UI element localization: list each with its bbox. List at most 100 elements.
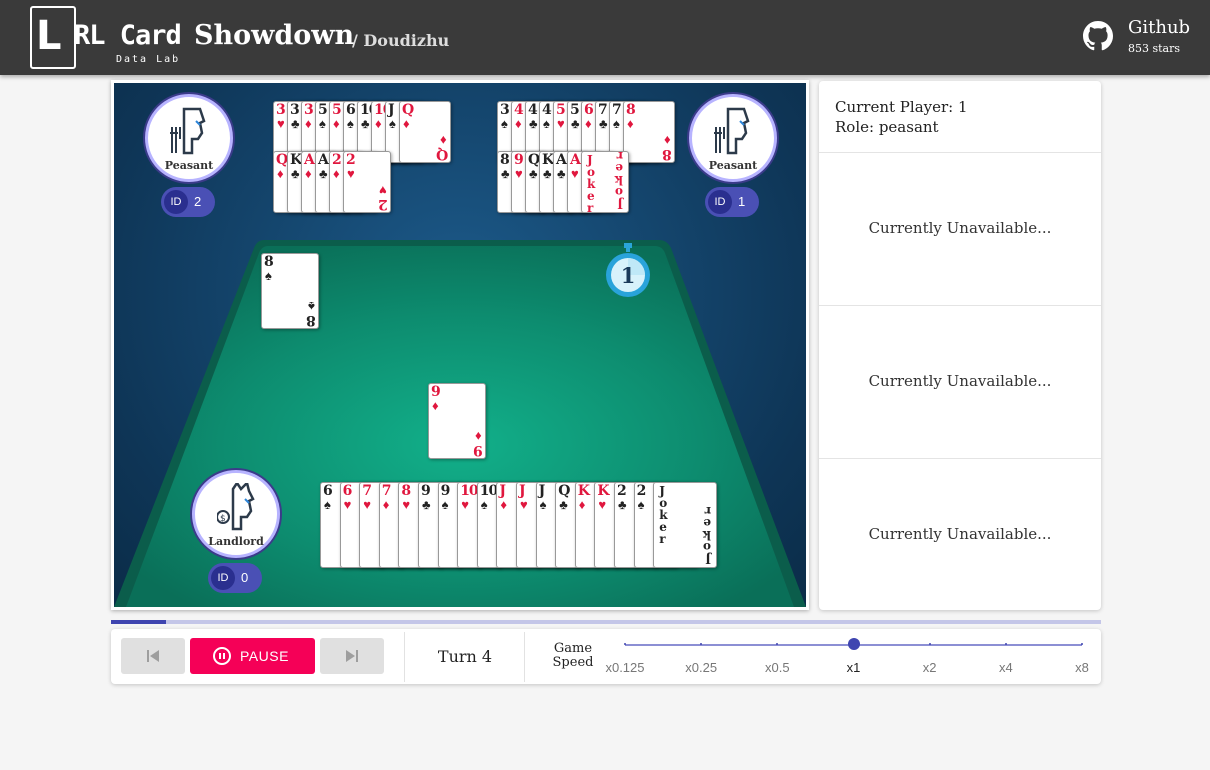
card-rank: 3	[500, 102, 510, 118]
card-rank: Q	[276, 152, 288, 168]
card-suit: ♥	[402, 497, 411, 512]
card-rank: 8	[626, 102, 636, 118]
card-rank: 7	[612, 102, 622, 118]
speed-tick	[624, 643, 626, 645]
peasant-icon	[714, 107, 750, 155]
app-header: L RL Card Data Lab Showdown / Doudizhu G…	[0, 0, 1210, 75]
github-stars: 853 stars	[1128, 42, 1181, 55]
card-rank: 2	[378, 196, 388, 212]
card-suit: ♦	[475, 429, 482, 444]
card-suit: ♠	[637, 497, 645, 512]
player-1-id: 1	[738, 194, 746, 209]
card-rank: 9	[440, 483, 451, 499]
current-role: Role: peasant	[835, 118, 939, 136]
card-suit: ♦	[277, 166, 284, 181]
card-rank: Q	[558, 483, 570, 499]
speed-option[interactable]: x0.25	[671, 660, 731, 675]
player-0-avatar: $ Landlord	[192, 470, 280, 558]
card-suit: ♦	[578, 497, 586, 512]
player-info: Current Player: 1 Role: peasant	[835, 97, 968, 137]
speed-tick	[1081, 643, 1083, 645]
card-suit: ♠	[543, 116, 550, 131]
speed-option[interactable]: x0.125	[595, 660, 655, 675]
card-rank: 5	[570, 102, 580, 118]
replay-progress-bar[interactable]	[111, 620, 1101, 624]
playing-card: 2 ♥ 2 ♥	[343, 151, 391, 213]
card-rank: 2	[346, 152, 356, 168]
card-rank: 10	[479, 483, 499, 499]
player-1-avatar: Peasant	[689, 94, 777, 182]
card-suit: ♦	[333, 166, 340, 181]
next-step-button[interactable]	[320, 638, 384, 674]
card-suit: ♥	[571, 166, 579, 181]
card-suit: ♣	[361, 116, 370, 131]
probability-section: Currently Unavailable...	[819, 458, 1101, 611]
card-suit: ♠	[389, 116, 396, 131]
player-1-id-chip: ID 1	[705, 187, 759, 217]
player-1-role: Peasant	[708, 159, 758, 172]
card-rank: Joker	[587, 153, 596, 213]
speed-option[interactable]: x8	[1052, 660, 1112, 675]
speed-option[interactable]: x1	[824, 660, 884, 675]
speed-tick	[776, 643, 779, 645]
logo-subtext: Data Lab	[116, 54, 181, 65]
card-rank: 5	[332, 102, 342, 118]
card-suit: ♥	[598, 497, 607, 512]
card-suit: ♣	[291, 166, 300, 181]
card-rank: 6	[323, 483, 333, 499]
card-rank: K	[597, 483, 609, 499]
card-suit: ♣	[291, 116, 300, 131]
game-speed-slider[interactable]	[624, 638, 1083, 650]
player-0-role: Landlord	[208, 535, 264, 548]
previous-step-button[interactable]	[121, 638, 185, 674]
speed-option[interactable]: x0.5	[747, 660, 807, 675]
unavailable-message: Currently Unavailable...	[868, 372, 1052, 390]
card-rank: K	[577, 483, 590, 499]
card-rank: 7	[598, 102, 608, 118]
card-rank: 7	[362, 483, 372, 499]
card-suit: ♠	[324, 497, 331, 512]
card-rank: A	[556, 152, 567, 168]
player-2-role: Peasant	[164, 159, 214, 172]
card-suit: ♣	[529, 116, 538, 131]
played-card: 8 ♠ 8 ♠	[261, 253, 319, 329]
card-rank: 8	[500, 152, 510, 168]
card-rank: 4	[528, 102, 538, 118]
speed-option[interactable]: x4	[976, 660, 1036, 675]
speed-option[interactable]: x2	[900, 660, 960, 675]
card-suit: ♦	[382, 497, 390, 512]
speed-tick	[1004, 643, 1007, 645]
card-suit: ♦	[500, 497, 508, 512]
card-rank: 4	[514, 102, 524, 118]
github-icon[interactable]	[1083, 21, 1113, 51]
github-link[interactable]: Github	[1128, 17, 1190, 38]
pause-button[interactable]: PAUSE	[190, 638, 315, 674]
card-rank: 8	[306, 312, 316, 328]
card-rank: Joker	[614, 151, 623, 211]
card-suit: ♥	[557, 116, 565, 131]
probability-section: Currently Unavailable...	[819, 152, 1101, 305]
app-title: Showdown	[194, 20, 355, 51]
speed-slider-thumb[interactable]	[847, 638, 860, 650]
card-suit: ♦	[305, 116, 312, 131]
card-suit: ♦	[432, 398, 439, 413]
playing-card: Q♦Q♦	[399, 101, 451, 163]
svg-text:$: $	[220, 514, 226, 524]
card-rank: 9	[514, 152, 524, 168]
card-suit: ♣	[529, 166, 538, 181]
peasant-icon	[170, 107, 206, 155]
card-rank: 9	[431, 384, 441, 400]
card-suit: ♣	[571, 116, 580, 131]
card-rank: 5	[318, 102, 328, 118]
info-panel: Current Player: 1 Role: peasant Currentl…	[819, 81, 1101, 610]
card-rank: J	[388, 102, 395, 118]
card-rank: 6	[584, 102, 594, 118]
card-suit: ♦	[403, 116, 410, 131]
card-rank: 5	[556, 102, 566, 118]
card-suit: ♥	[461, 497, 469, 512]
card-rank: J	[538, 483, 546, 499]
timer-value: 1	[620, 263, 636, 288]
game-speed-label: Game Speed	[552, 641, 594, 670]
card-suit: ♥	[379, 183, 387, 198]
card-suit: ♣	[543, 166, 552, 181]
